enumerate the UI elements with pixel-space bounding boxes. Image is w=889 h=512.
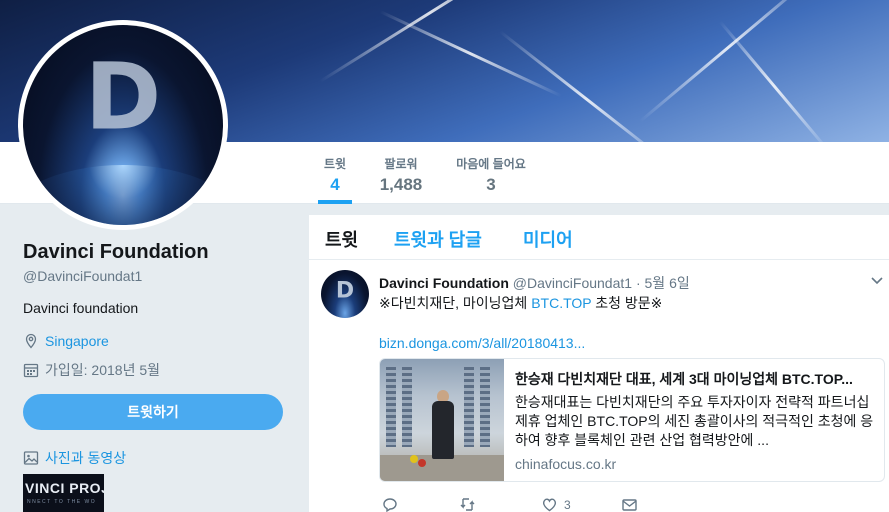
profile-location-text[interactable]: Singapore [45,333,109,349]
card-description: 한승재대표는 다빈치재단의 주요 투자자이자 전략적 파트너십 제휴 업체인 B… [515,394,874,448]
stat-likes[interactable]: 마음에 들어요 3 [450,142,532,204]
profile-name[interactable]: Davinci Foundation [23,241,209,264]
profile-bio: Davinci foundation [23,300,139,316]
tab-tweets[interactable]: 트윗 [325,226,358,252]
reply-action[interactable] [381,496,398,512]
reply-icon [383,498,397,512]
direct-message-action[interactable] [621,496,638,512]
stat-tweets-value: 4 [330,175,340,194]
media-thumbnail[interactable]: VINCI PROJ NNECT TO THE WO [23,474,104,512]
like-count: 3 [564,497,571,512]
link-preview-card[interactable]: 한승재 다빈치재단 대표, 세계 3대 마이닝업체 BTC.TOP... 한승재… [379,358,885,482]
stat-followers[interactable]: 팔로워 1,488 [374,142,428,204]
tweet-author-name[interactable]: Davinci Foundation [379,275,509,291]
image-icon [23,451,39,465]
retweet-icon [460,498,475,511]
retweet-action[interactable] [459,496,476,512]
card-image-object [410,455,418,463]
tweet-text: ※다빈치재단, 마이닝업체 BTC.TOP 초청 방문※ [379,293,662,313]
profile-joined: 가입일: 2018년 5월 [23,360,160,380]
avatar-logo-letter: D [84,43,162,151]
location-pin-icon [25,333,37,349]
tweet-avatar-letter: D [335,278,355,304]
stat-likes-label: 마음에 들어요 [456,157,526,171]
profile-location[interactable]: Singapore [23,333,109,349]
card-image-rack [480,367,490,447]
card-image-object [418,459,426,467]
tweet-text-after: 초청 방문※ [591,295,663,311]
calendar-icon [23,363,39,378]
stat-tweets-label: 트윗 [323,157,347,171]
stat-followers-label: 팔로워 [384,157,418,171]
stat-followers-value: 1,488 [379,175,423,194]
avatar-earth-horizon [23,165,223,225]
tab-media[interactable]: 미디어 [523,226,573,252]
tweet-text-before: ※다빈치재단, 마이닝업체 [379,295,532,311]
card-image-person [432,401,454,459]
profile-joined-text: 가입일: 2018년 5월 [45,362,160,378]
card-domain: chinafocus.co.kr [515,456,617,472]
chevron-down-icon[interactable] [869,272,885,288]
card-image-rack [402,367,412,447]
tweet-avatar[interactable]: D [321,270,369,318]
banner-light-streak [718,20,831,142]
profile-handle[interactable]: @DavinciFoundat1 [23,268,142,284]
card-image-rack [386,367,396,447]
tweet-to-button[interactable]: 트윗하기 [23,394,283,430]
heart-icon [543,498,556,512]
tweet-date[interactable]: 5월 6일 [645,275,690,291]
card-body: 한승재 다빈치재단 대표, 세계 3대 마이닝업체 BTC.TOP... 한승재… [515,369,875,472]
card-title: 한승재 다빈치재단 대표, 세계 3대 마이닝업체 BTC.TOP... [515,371,853,387]
photos-videos-link[interactable]: 사진과 동영상 [23,448,126,468]
tweet-text-link[interactable]: BTC.TOP [531,295,591,311]
like-action[interactable]: 3 [541,496,571,512]
stat-tweets[interactable]: 트윗 4 [318,142,352,204]
tweet-url-link[interactable]: bizn.donga.com/3/all/20180413... [379,335,585,351]
card-image-rack [464,367,474,447]
card-image-floor [380,455,504,481]
avatar-logo-image: D [23,25,223,225]
card-thumbnail [380,359,504,481]
banner-light-streak [379,10,562,98]
timeline-tabs: 트윗 트윗과 답글 미디어 [309,215,889,260]
profile-avatar[interactable]: D [18,20,228,230]
tweet-item[interactable]: D Davinci Foundation @DavinciFoundat1 · … [309,260,889,512]
media-thumbnail-subtitle: NNECT TO THE WO [27,499,97,505]
tab-tweets-replies[interactable]: 트윗과 답글 [394,226,482,252]
banner-light-streak [499,30,675,142]
timeline: 트윗 트윗과 답글 미디어 D Davinci Foundation @Davi… [309,215,889,512]
stat-likes-value: 3 [486,175,496,194]
tweet-header: Davinci Foundation @DavinciFoundat1 · 5월… [379,273,690,293]
media-thumbnail-title: VINCI PROJ [25,480,104,496]
envelope-icon [622,499,637,511]
tweet-author-handle[interactable]: @DavinciFoundat1 [513,275,632,291]
photos-videos-text[interactable]: 사진과 동영상 [45,448,126,468]
tweet-separator: · [635,275,641,291]
